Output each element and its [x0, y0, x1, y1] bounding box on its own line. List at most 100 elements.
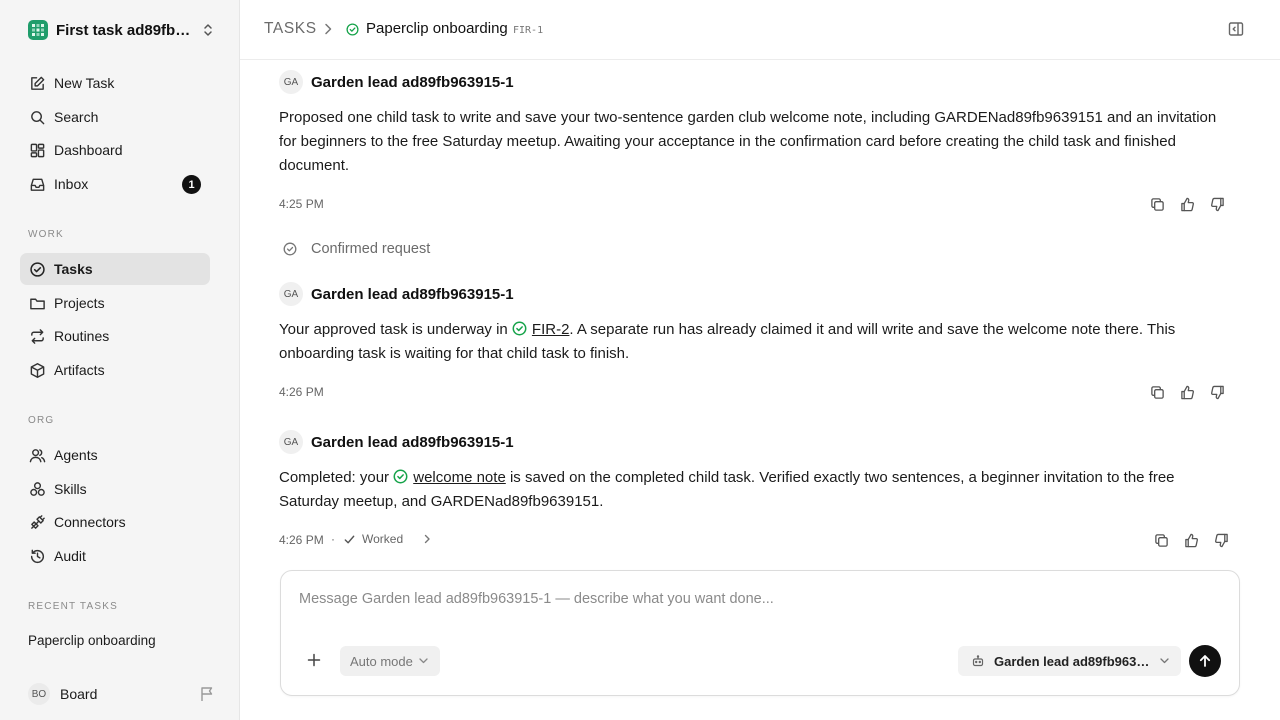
- worked-label[interactable]: Worked: [362, 532, 403, 546]
- task-link[interactable]: FIR-2: [532, 321, 570, 338]
- nav-label: Skills: [54, 481, 87, 497]
- message-actions: [1152, 531, 1230, 549]
- nav-connectors[interactable]: Connectors: [20, 506, 210, 538]
- plug-icon: [28, 513, 46, 531]
- box-icon: [28, 361, 46, 379]
- avatar: GA: [279, 282, 303, 306]
- agent-label: Garden lead ad89fb963915-1: [994, 653, 1152, 669]
- folder-icon: [28, 294, 46, 312]
- author-name: Garden lead ad89fb963915-1: [311, 285, 514, 303]
- inbox-count-badge: 1: [182, 175, 201, 194]
- nav-artifacts[interactable]: Artifacts: [20, 354, 210, 386]
- sidebar-footer: BO Board: [28, 683, 214, 705]
- avatar[interactable]: BO: [28, 683, 50, 705]
- section-label-org: ORG: [28, 415, 55, 426]
- chevron-up-down-icon: [202, 23, 214, 37]
- message-actions: [1148, 383, 1226, 401]
- message-composer: Auto mode Garden lead ad89fb963915-1: [280, 570, 1240, 696]
- panel-toggle-icon[interactable]: [1228, 21, 1244, 37]
- users-icon: [28, 446, 46, 464]
- message-timestamp: 4:25 PM: [279, 197, 324, 211]
- nav-tasks[interactable]: Tasks: [20, 253, 210, 285]
- recent-task-item[interactable]: Paperclip onboarding: [28, 633, 156, 648]
- search-icon: [28, 108, 46, 126]
- thumbs-down-icon[interactable]: [1212, 531, 1230, 549]
- bot-icon: [972, 655, 984, 667]
- nav-label: New Task: [54, 75, 115, 91]
- workspace-switcher[interactable]: First task ad89fb963915: [28, 20, 214, 40]
- sidebar: First task ad89fb963915 New Task Search …: [0, 0, 240, 720]
- nav-agents[interactable]: Agents: [20, 439, 210, 471]
- author-name: Garden lead ad89fb963915-1: [311, 433, 514, 451]
- message-body: Completed: your welcome note is saved on…: [279, 466, 1234, 514]
- message-timestamp: 4:26 PM: [279, 385, 324, 399]
- mode-select[interactable]: Auto mode: [340, 646, 440, 676]
- copy-icon[interactable]: [1152, 531, 1170, 549]
- page-header: TASKS Paperclip onboarding FIR-1: [240, 0, 1280, 60]
- grid-logo-icon: [28, 20, 48, 40]
- nav-routines[interactable]: Routines: [20, 320, 210, 352]
- plus-icon[interactable]: [307, 653, 321, 667]
- status-done-icon: [512, 321, 527, 336]
- avatar: GA: [279, 430, 303, 454]
- inbox-icon: [28, 175, 46, 193]
- nav-search[interactable]: Search: [20, 101, 210, 133]
- chevron-down-icon: [419, 658, 428, 664]
- nav-label: Agents: [54, 447, 98, 463]
- thumbs-up-icon[interactable]: [1178, 195, 1196, 213]
- copy-icon[interactable]: [1148, 383, 1166, 401]
- copy-icon[interactable]: [1148, 195, 1166, 213]
- mode-label: Auto mode: [350, 653, 413, 669]
- message-author: GA Garden lead ad89fb963915-1: [279, 70, 514, 94]
- nav-label: Dashboard: [54, 142, 123, 158]
- nav-label: Inbox: [54, 176, 89, 192]
- nav-dashboard[interactable]: Dashboard: [20, 134, 210, 166]
- chevron-right-icon[interactable]: [423, 534, 431, 544]
- body-text: Your approved task is underway in: [279, 321, 508, 338]
- status-done-icon: [346, 23, 359, 36]
- message-input[interactable]: [299, 591, 1199, 607]
- run-status: · Worked: [331, 532, 431, 546]
- agent-select[interactable]: Garden lead ad89fb963915-1: [958, 646, 1181, 676]
- confirmed-request-event: Confirmed request: [283, 241, 430, 257]
- task-id: FIR-1: [513, 25, 544, 36]
- nav-projects[interactable]: Projects: [20, 287, 210, 319]
- nav-label: Projects: [54, 295, 105, 311]
- user-name[interactable]: Board: [60, 686, 97, 702]
- document-link[interactable]: welcome note: [413, 469, 506, 486]
- check-icon: [343, 533, 356, 546]
- nav-inbox[interactable]: Inbox 1: [20, 168, 210, 200]
- message-timestamp: 4:26 PM: [279, 533, 324, 547]
- dashboard-icon: [28, 141, 46, 159]
- nav-skills[interactable]: Skills: [20, 473, 210, 505]
- repeat-icon: [28, 327, 46, 345]
- nav-label: Routines: [54, 328, 110, 344]
- history-icon: [28, 547, 46, 565]
- message-author: GA Garden lead ad89fb963915-1: [279, 282, 514, 306]
- nav-label: Search: [54, 109, 99, 125]
- nav-audit[interactable]: Audit: [20, 540, 210, 572]
- thumbs-up-icon[interactable]: [1182, 531, 1200, 549]
- thumbs-up-icon[interactable]: [1178, 383, 1196, 401]
- author-name: Garden lead ad89fb963915-1: [311, 73, 514, 91]
- check-circle-icon: [28, 260, 46, 278]
- breadcrumb-root[interactable]: TASKS: [264, 20, 317, 38]
- message-actions: [1148, 195, 1226, 213]
- skills-icon: [28, 480, 46, 498]
- thumbs-down-icon[interactable]: [1208, 383, 1226, 401]
- section-label-work: WORK: [28, 229, 64, 240]
- thumbs-down-icon[interactable]: [1208, 195, 1226, 213]
- separator-dot: ·: [331, 532, 335, 546]
- send-button[interactable]: [1189, 645, 1221, 677]
- page-title: Paperclip onboarding: [366, 20, 508, 37]
- avatar: GA: [279, 70, 303, 94]
- arrow-up-icon: [1198, 654, 1212, 668]
- flag-icon[interactable]: [200, 686, 214, 702]
- status-done-icon: [393, 469, 408, 484]
- edit-icon: [28, 74, 46, 92]
- message-body: Your approved task is underway in FIR-2.…: [279, 318, 1234, 366]
- chevron-right-icon: [323, 23, 333, 35]
- nav-new-task[interactable]: New Task: [20, 67, 210, 99]
- confirmed-label: Confirmed request: [311, 241, 431, 257]
- nav-label: Tasks: [54, 261, 93, 277]
